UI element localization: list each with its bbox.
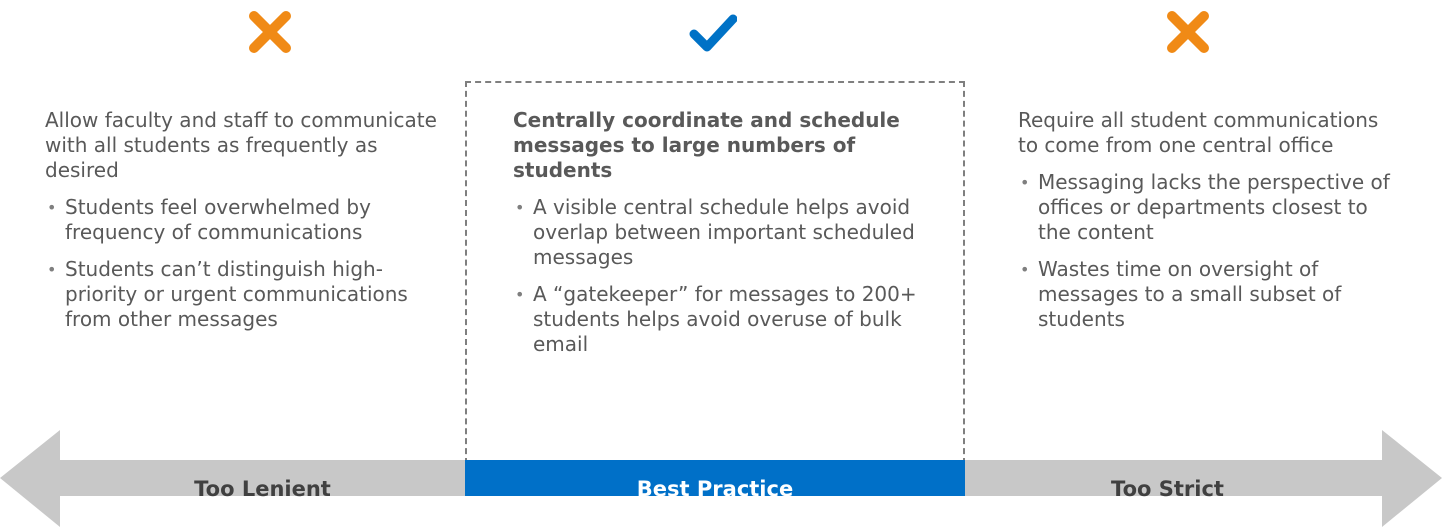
x-mark-icon — [1164, 8, 1212, 56]
list-item: Students can’t distinguish high-priority… — [45, 257, 445, 332]
list-item: Messaging lacks the perspective of offic… — [1018, 170, 1398, 245]
too-lenient-column: Allow faculty and staff to communicate w… — [45, 108, 445, 344]
too-lenient-label: Too Lenient — [194, 477, 331, 501]
best-practice-label: Best Practice — [636, 477, 794, 501]
list-item: Students feel overwhelmed by frequency o… — [45, 195, 445, 245]
list-item: A visible central schedule helps avoid o… — [513, 195, 933, 270]
best-practice-heading: Centrally coordinate and schedule messag… — [513, 108, 900, 182]
too-strict-bullets: Messaging lacks the perspective of offic… — [1018, 170, 1398, 332]
too-lenient-heading: Allow faculty and staff to communicate w… — [45, 108, 437, 182]
checkmark-icon — [689, 8, 737, 56]
list-item: Wastes time on oversight of messages to … — [1018, 257, 1398, 332]
best-practice-bullets: A visible central schedule helps avoid o… — [513, 195, 933, 357]
best-practice-column: Centrally coordinate and schedule messag… — [513, 108, 933, 369]
x-mark-icon — [246, 8, 294, 56]
too-strict-label: Too Strict — [1111, 477, 1224, 501]
too-strict-column: Require all student communications to co… — [1018, 108, 1398, 344]
too-strict-heading: Require all student communications to co… — [1018, 108, 1379, 157]
list-item: A “gatekeeper” for messages to 200+ stud… — [513, 282, 933, 357]
too-lenient-bullets: Students feel overwhelmed by frequency o… — [45, 195, 445, 332]
